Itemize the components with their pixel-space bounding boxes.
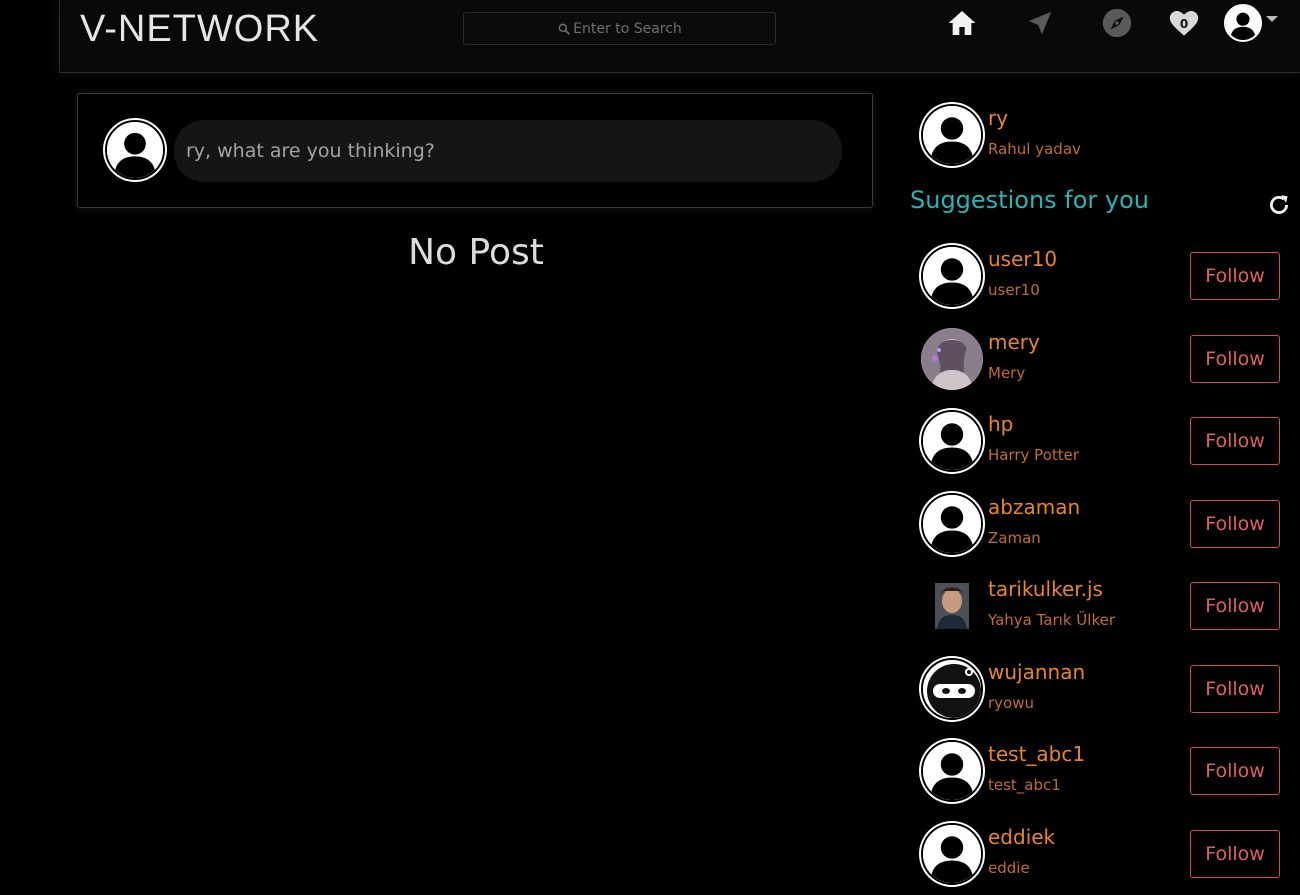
suggestion-item: wujannan ryowu Follow — [921, 658, 1281, 722]
avatar[interactable] — [921, 575, 983, 637]
avatar[interactable] — [921, 493, 983, 555]
suggestion-item: test_abc1 test_abc1 Follow — [921, 740, 1281, 804]
suggestion-fullname: Mery — [988, 364, 1026, 382]
refresh-icon[interactable] — [1266, 192, 1292, 218]
follow-button[interactable]: Follow — [1190, 830, 1280, 878]
current-fullname: Rahul yadav — [988, 140, 1081, 158]
follow-button[interactable]: Follow — [1190, 252, 1280, 300]
suggestion-fullname: ryowu — [988, 694, 1034, 712]
suggestion-fullname: Harry Potter — [988, 446, 1080, 464]
follow-button[interactable]: Follow — [1190, 582, 1280, 630]
navbar: V-NETWORK Enter to Search 0 — [59, 0, 1300, 73]
avatar — [921, 104, 983, 166]
avatar[interactable] — [105, 120, 165, 180]
suggestion-username[interactable]: tarikulker.js — [988, 577, 1103, 601]
avatar — [1224, 4, 1262, 42]
follow-button[interactable]: Follow — [1190, 500, 1280, 548]
suggestion-item: mery Mery Follow — [921, 328, 1281, 392]
suggestion-item: abzaman Zaman Follow — [921, 493, 1281, 557]
notification-count: 0 — [1179, 16, 1189, 31]
follow-button[interactable]: Follow — [1190, 747, 1280, 795]
suggestion-item: eddiek eddie Follow — [921, 823, 1281, 887]
suggestion-item: hp Harry Potter Follow — [921, 410, 1281, 474]
suggestion-username[interactable]: test_abc1 — [988, 742, 1085, 766]
suggestion-fullname: Yahya Tarık Ülker — [988, 611, 1115, 629]
avatar[interactable] — [921, 245, 983, 307]
suggestion-fullname: user10 — [988, 281, 1040, 299]
avatar[interactable] — [921, 823, 983, 885]
heart-icon[interactable]: 0 — [1167, 6, 1201, 40]
follow-button[interactable]: Follow — [1190, 417, 1280, 465]
follow-button[interactable]: Follow — [1190, 665, 1280, 713]
suggestion-username[interactable]: eddiek — [988, 825, 1055, 849]
follow-button[interactable]: Follow — [1190, 335, 1280, 383]
suggestion-fullname: test_abc1 — [988, 776, 1061, 794]
home-icon[interactable] — [945, 6, 979, 40]
status-placeholder: ry, what are you thinking? — [186, 140, 435, 162]
profile-menu[interactable] — [1222, 4, 1280, 42]
suggestions-title: Suggestions for you — [910, 186, 1150, 214]
suggestion-username[interactable]: hp — [988, 412, 1013, 436]
send-icon[interactable] — [1023, 6, 1057, 40]
compass-icon[interactable] — [1100, 6, 1134, 40]
avatar[interactable] — [921, 410, 983, 472]
suggestion-username[interactable]: abzaman — [988, 495, 1080, 519]
avatar[interactable] — [921, 740, 983, 802]
status-input[interactable]: ry, what are you thinking? — [174, 120, 842, 182]
avatar[interactable] — [921, 658, 983, 720]
empty-feed-text: No Post — [408, 232, 544, 273]
current-username[interactable]: ry — [988, 106, 1008, 130]
suggestion-username[interactable]: mery — [988, 330, 1040, 354]
status-composer: ry, what are you thinking? — [77, 93, 873, 208]
avatar[interactable] — [921, 328, 983, 390]
suggestion-item: tarikulker.js Yahya Tarık Ülker Follow — [921, 575, 1281, 639]
suggestion-username[interactable]: wujannan — [988, 660, 1085, 684]
suggestion-username[interactable]: user10 — [988, 247, 1057, 271]
suggestion-item: user10 user10 Follow — [921, 245, 1281, 309]
suggestion-fullname: eddie — [988, 859, 1030, 877]
chevron-down-icon — [1266, 16, 1278, 22]
suggestion-fullname: Zaman — [988, 529, 1041, 547]
current-user-avatar[interactable] — [921, 104, 983, 166]
